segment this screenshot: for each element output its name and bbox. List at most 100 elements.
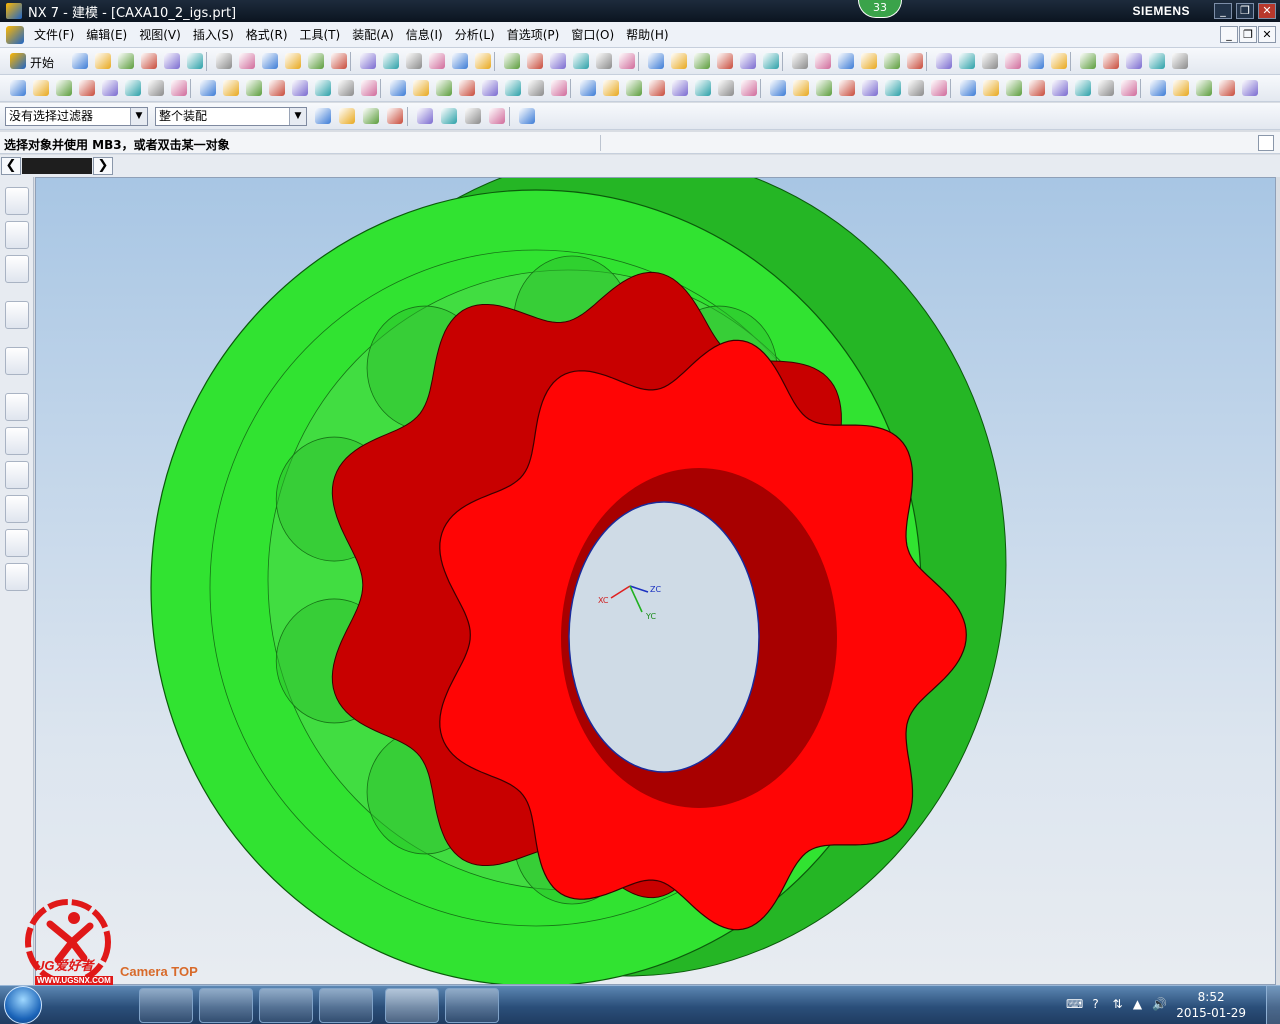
keyboard-icon[interactable]: ⌨	[1066, 997, 1083, 1012]
tb1-tool-icon-45[interactable]	[1149, 53, 1165, 69]
assembly-scope-select[interactable]: 整个装配 ▼	[155, 107, 307, 126]
tb2-tool-icon-22[interactable]	[528, 80, 544, 96]
system-scene-icon[interactable]	[5, 563, 29, 591]
menu-preferences[interactable]: 首选项(P)	[501, 26, 566, 43]
tb1-tool-icon-43[interactable]	[1103, 53, 1119, 69]
tb2-tool-icon-49[interactable]	[1173, 80, 1189, 96]
network-icon[interactable]: ⇅	[1110, 997, 1125, 1012]
minimize-icon[interactable]: _	[1214, 3, 1232, 19]
system-clock[interactable]: 8:52 2015-01-29	[1176, 989, 1246, 1021]
tb2-tool-icon-27[interactable]	[649, 80, 665, 96]
tb1-tool-icon-24[interactable]	[648, 53, 664, 69]
tb2-tool-icon-52[interactable]	[1242, 80, 1258, 96]
tb1-tool-icon-36[interactable]	[936, 53, 952, 69]
web-browser-icon[interactable]	[5, 347, 29, 375]
tb2-tool-icon-23[interactable]	[551, 80, 567, 96]
tb2-tool-icon-35[interactable]	[839, 80, 855, 96]
tb1-tool-icon-13[interactable]	[383, 53, 399, 69]
menu-analysis[interactable]: 分析(L)	[449, 26, 501, 43]
picture-icon[interactable]	[445, 988, 499, 1023]
tb1-tool-icon-28[interactable]	[740, 53, 756, 69]
tb2-tool-icon-31[interactable]	[741, 80, 757, 96]
tb1-tool-icon-19[interactable]	[527, 53, 543, 69]
doc-minimize-icon[interactable]: _	[1220, 26, 1238, 43]
tb2-tool-icon-7[interactable]	[171, 80, 187, 96]
tb1-tool-icon-39[interactable]	[1005, 53, 1021, 69]
tb3-tool-icon-7[interactable]	[489, 108, 505, 124]
tb1-tool-icon-12[interactable]	[360, 53, 376, 69]
tb2-tool-icon-11[interactable]	[269, 80, 285, 96]
tb2-tool-icon-6[interactable]	[148, 80, 164, 96]
tb1-tool-icon-41[interactable]	[1051, 53, 1067, 69]
close-icon[interactable]: ✕	[1258, 3, 1276, 19]
tb1-tool-icon-4[interactable]	[164, 53, 180, 69]
tb2-tool-icon-20[interactable]	[482, 80, 498, 96]
tb2-tool-icon-46[interactable]	[1098, 80, 1114, 96]
tb1-tool-icon-21[interactable]	[573, 53, 589, 69]
tb2-tool-icon-2[interactable]	[56, 80, 72, 96]
tab-scroll-right-icon[interactable]: ❯	[93, 157, 113, 175]
tb2-tool-icon-17[interactable]	[413, 80, 429, 96]
folder-icon[interactable]	[319, 988, 373, 1023]
tb3-tool-icon-3[interactable]	[387, 108, 403, 124]
tb2-tool-icon-0[interactable]	[10, 80, 26, 96]
tb1-tool-icon-1[interactable]	[95, 53, 111, 69]
tray-expand-icon[interactable]: ▲	[1130, 997, 1145, 1012]
tb2-tool-icon-32[interactable]	[770, 80, 786, 96]
tb1-tool-icon-2[interactable]	[118, 53, 134, 69]
tb2-tool-icon-8[interactable]	[200, 80, 216, 96]
tb3-tool-icon-2[interactable]	[363, 108, 379, 124]
history-icon[interactable]	[5, 393, 29, 421]
tab-scroll-left-icon[interactable]: ❮	[1, 157, 21, 175]
reuse-library-icon[interactable]	[5, 301, 29, 329]
tb3-tool-icon-0[interactable]	[315, 108, 331, 124]
tb1-tool-icon-5[interactable]	[187, 53, 203, 69]
tb1-tool-icon-23[interactable]	[619, 53, 635, 69]
tb1-tool-icon-35[interactable]	[907, 53, 923, 69]
tb1-tool-icon-6[interactable]	[216, 53, 232, 69]
process-studio-icon[interactable]	[5, 461, 29, 489]
chevron-down-icon[interactable]: ▼	[289, 108, 306, 125]
show-desktop-button[interactable]	[1266, 986, 1280, 1024]
tb1-tool-icon-14[interactable]	[406, 53, 422, 69]
full-screen-icon[interactable]	[1258, 135, 1274, 151]
tb2-tool-icon-47[interactable]	[1121, 80, 1137, 96]
tb2-tool-icon-14[interactable]	[338, 80, 354, 96]
refresh-icon[interactable]	[259, 988, 313, 1023]
tb1-tool-icon-38[interactable]	[982, 53, 998, 69]
menu-view[interactable]: 视图(V)	[133, 26, 187, 43]
selection-filter-select[interactable]: 没有选择过滤器 ▼	[5, 107, 148, 126]
tb2-tool-icon-9[interactable]	[223, 80, 239, 96]
tb2-tool-icon-4[interactable]	[102, 80, 118, 96]
tb1-tool-icon-3[interactable]	[141, 53, 157, 69]
tb2-tool-icon-26[interactable]	[626, 80, 642, 96]
tb2-tool-icon-21[interactable]	[505, 80, 521, 96]
tb1-tool-icon-26[interactable]	[694, 53, 710, 69]
tb2-tool-icon-5[interactable]	[125, 80, 141, 96]
tb1-tool-icon-42[interactable]	[1080, 53, 1096, 69]
tb1-tool-icon-25[interactable]	[671, 53, 687, 69]
tb2-tool-icon-40[interactable]	[960, 80, 976, 96]
model-view[interactable]: XC YC ZC	[36, 178, 1276, 985]
tb2-tool-icon-3[interactable]	[79, 80, 95, 96]
tb2-tool-icon-16[interactable]	[390, 80, 406, 96]
tb1-tool-icon-31[interactable]	[815, 53, 831, 69]
tb1-tool-icon-7[interactable]	[239, 53, 255, 69]
tb2-tool-icon-30[interactable]	[718, 80, 734, 96]
doc-restore-icon[interactable]: ❐	[1239, 26, 1257, 43]
start-icon[interactable]	[10, 53, 26, 69]
volume-icon[interactable]: 🔊	[1152, 997, 1167, 1012]
chevron-down-icon[interactable]: ▼	[130, 108, 147, 125]
tb1-tool-icon-20[interactable]	[550, 53, 566, 69]
doc-close-icon[interactable]: ✕	[1258, 26, 1276, 43]
tb2-tool-icon-15[interactable]	[361, 80, 377, 96]
tb2-tool-icon-39[interactable]	[931, 80, 947, 96]
menu-app-icon[interactable]	[6, 25, 24, 44]
tb1-tool-icon-10[interactable]	[308, 53, 324, 69]
tb2-tool-icon-1[interactable]	[33, 80, 49, 96]
tb2-tool-icon-33[interactable]	[793, 80, 809, 96]
start-button[interactable]: 开始	[30, 54, 54, 71]
manufacturing-wizard-icon[interactable]	[5, 495, 29, 523]
tb2-tool-icon-50[interactable]	[1196, 80, 1212, 96]
tb3-tool-icon-4[interactable]	[417, 108, 433, 124]
